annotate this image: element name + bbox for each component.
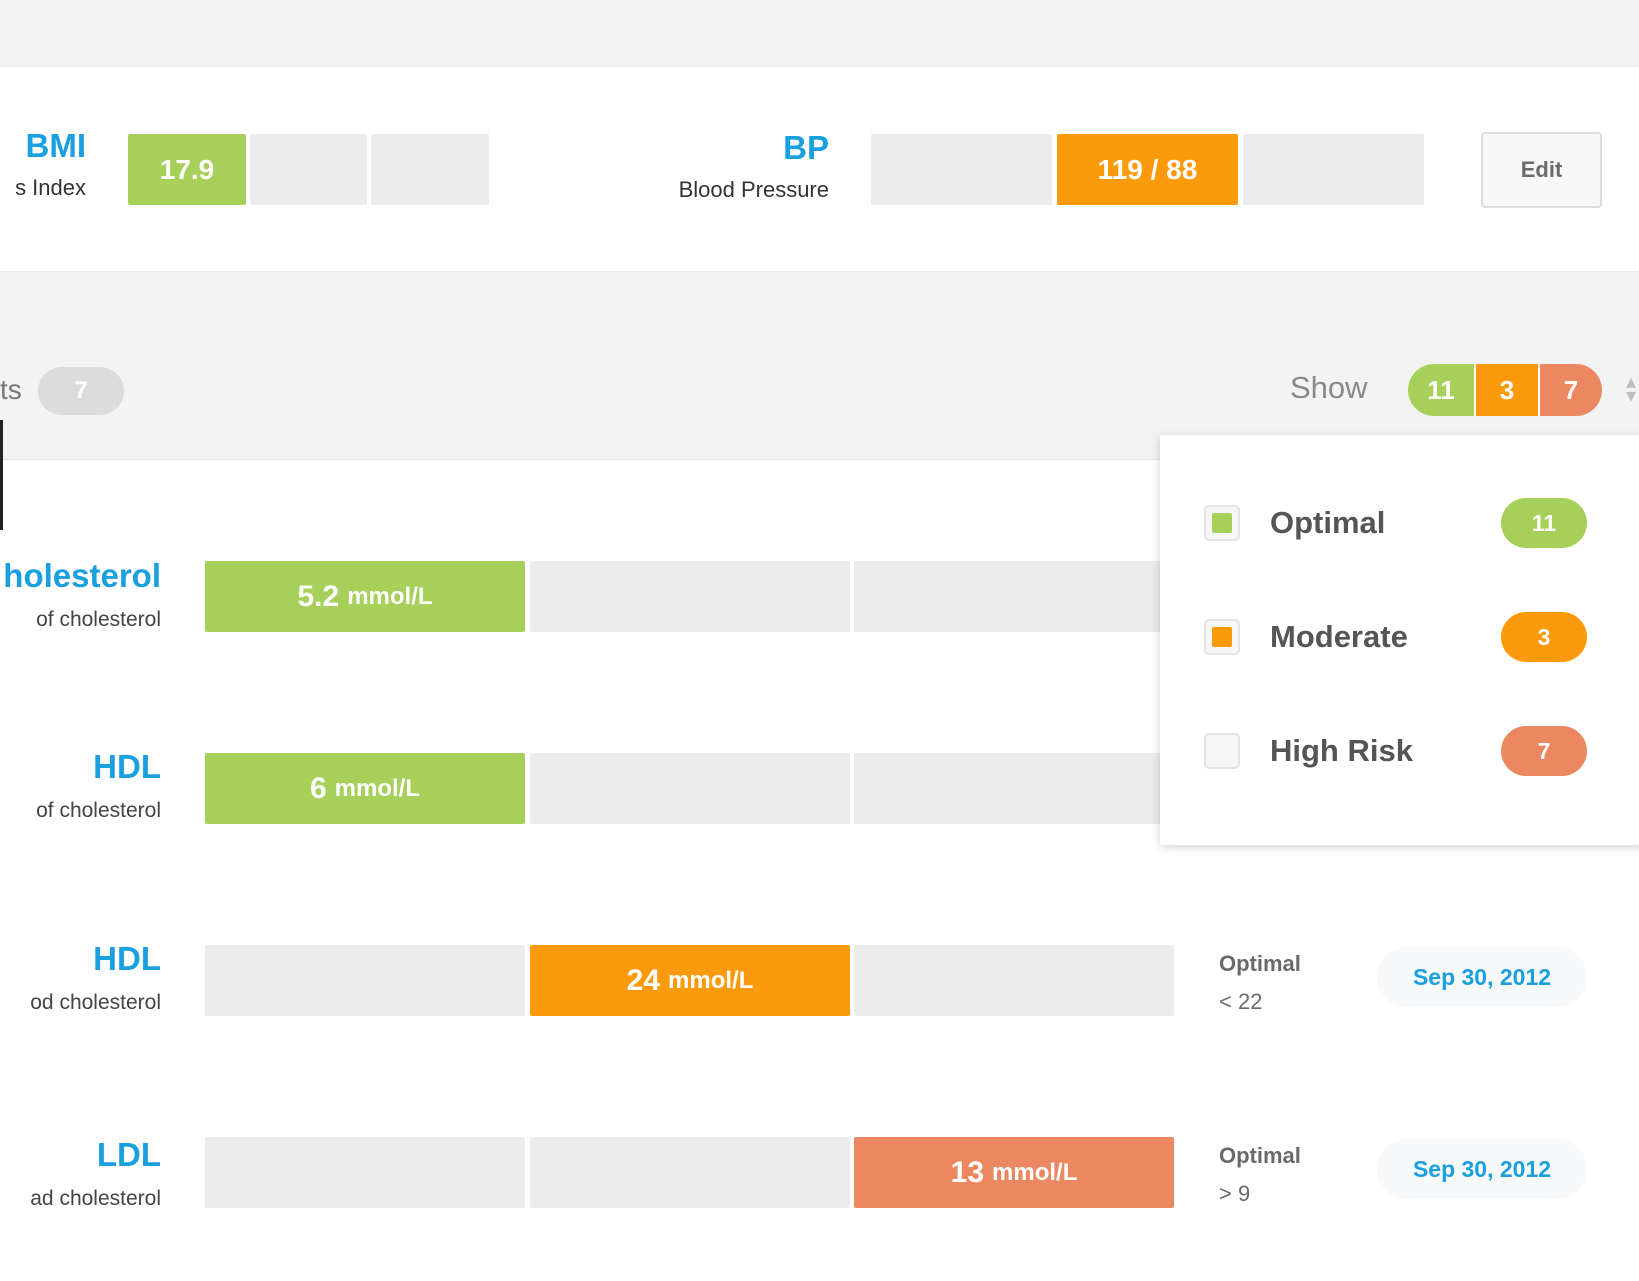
result-2-sub: of cholesterol bbox=[36, 799, 161, 822]
result-3-date[interactable]: Sep 30, 2012 bbox=[1377, 947, 1587, 1007]
result-2-unit: mmol/L bbox=[334, 774, 421, 802]
bmi-segment-moderate bbox=[250, 134, 367, 205]
bp-value: 119 / 88 bbox=[1097, 153, 1198, 185]
filter-option-count: 7 bbox=[1501, 726, 1587, 776]
edit-button[interactable]: Edit bbox=[1481, 132, 1602, 208]
show-filter-toggle[interactable]: 11 3 7 bbox=[1408, 364, 1602, 416]
bp-label: Blood Pressure bbox=[678, 177, 829, 202]
bp-segment-optimal bbox=[871, 134, 1052, 205]
bmi-label: s Index bbox=[15, 175, 86, 200]
result-4-sub: ad cholesterol bbox=[30, 1187, 161, 1210]
result-1-segment-high-risk bbox=[854, 561, 1174, 632]
result-2-segment-moderate bbox=[530, 753, 850, 824]
high-risk-checkbox[interactable] bbox=[1204, 733, 1240, 769]
result-4-unit: mmol/L bbox=[992, 1158, 1078, 1186]
moderate-swatch bbox=[1212, 627, 1232, 647]
result-3-segment-high-risk bbox=[854, 945, 1174, 1016]
show-label: Show bbox=[1290, 370, 1368, 405]
result-3-sub: od cholesterol bbox=[30, 991, 161, 1014]
sort-arrows-icon[interactable]: ▴ ▾ bbox=[1626, 372, 1636, 406]
bmi-segment-high-risk bbox=[371, 134, 489, 205]
result-3-value: 24 bbox=[626, 963, 661, 997]
show-filter-dropdown: Optimal 11 Moderate 3 High Risk 7 bbox=[1160, 435, 1639, 845]
filter-option-count: 11 bbox=[1501, 498, 1587, 548]
bmi-value: 17.9 bbox=[159, 153, 215, 185]
result-2-value: 6 bbox=[309, 771, 327, 805]
result-1-code: holesterol bbox=[3, 557, 161, 594]
optimal-swatch bbox=[1212, 513, 1232, 533]
result-4-optimal-range: > 9 bbox=[1219, 1181, 1251, 1206]
result-2-segment-optimal: 6 mmol/L bbox=[205, 753, 525, 824]
filter-option-label: High Risk bbox=[1270, 733, 1413, 768]
result-3-segment-moderate: 24 mmol/L bbox=[530, 945, 850, 1016]
result-1-sub: of cholesterol bbox=[36, 608, 161, 631]
result-3-optimal-range: < 22 bbox=[1219, 989, 1263, 1014]
result-4-segment-optimal bbox=[205, 1137, 525, 1208]
bmi-segment-optimal: 17.9 bbox=[128, 134, 246, 205]
edge-divider bbox=[0, 420, 3, 530]
result-3-segment-optimal bbox=[205, 945, 525, 1016]
filter-option-moderate[interactable]: Moderate 3 bbox=[1160, 607, 1639, 667]
show-optimal-count[interactable]: 11 bbox=[1408, 364, 1474, 416]
result-4-date[interactable]: Sep 30, 2012 bbox=[1377, 1139, 1587, 1199]
result-3-unit: mmol/L bbox=[668, 966, 754, 994]
results-count-badge: 7 bbox=[38, 367, 124, 415]
result-3-optimal-label: Optimal bbox=[1219, 951, 1301, 976]
bmi-code: BMI bbox=[25, 127, 87, 164]
result-4-optimal-label: Optimal bbox=[1219, 1143, 1301, 1168]
bp-segment-high-risk bbox=[1243, 134, 1424, 205]
result-4-segment-moderate bbox=[530, 1137, 850, 1208]
result-1-segment-moderate bbox=[530, 561, 850, 632]
filter-option-high-risk[interactable]: High Risk 7 bbox=[1160, 721, 1639, 781]
top-bar bbox=[0, 0, 1639, 66]
result-1-value: 5.2 bbox=[297, 579, 340, 613]
bp-segment-moderate: 119 / 88 bbox=[1057, 134, 1238, 205]
result-4-segment-high-risk: 13 mmol/L bbox=[854, 1137, 1174, 1208]
result-1-segment-optimal: 5.2 mmol/L bbox=[205, 561, 525, 632]
show-moderate-count[interactable]: 3 bbox=[1474, 364, 1538, 416]
filter-bar bbox=[0, 272, 1639, 460]
filter-option-label: Moderate bbox=[1270, 619, 1408, 654]
filter-option-optimal[interactable]: Optimal 11 bbox=[1160, 493, 1639, 553]
filter-option-count: 3 bbox=[1501, 612, 1587, 662]
filter-option-label: Optimal bbox=[1270, 505, 1386, 540]
result-1-unit: mmol/L bbox=[347, 582, 433, 610]
bp-code: BP bbox=[783, 129, 829, 166]
show-high-risk-count[interactable]: 7 bbox=[1538, 364, 1602, 416]
result-4-value: 13 bbox=[950, 1155, 985, 1189]
results-heading: ts bbox=[0, 374, 22, 405]
optimal-checkbox[interactable] bbox=[1204, 505, 1240, 541]
result-4-code: LDL bbox=[96, 1136, 161, 1173]
result-2-segment-high-risk bbox=[854, 753, 1174, 824]
result-2-code: HDL bbox=[93, 748, 161, 785]
moderate-checkbox[interactable] bbox=[1204, 619, 1240, 655]
result-3-code: HDL bbox=[93, 940, 161, 977]
